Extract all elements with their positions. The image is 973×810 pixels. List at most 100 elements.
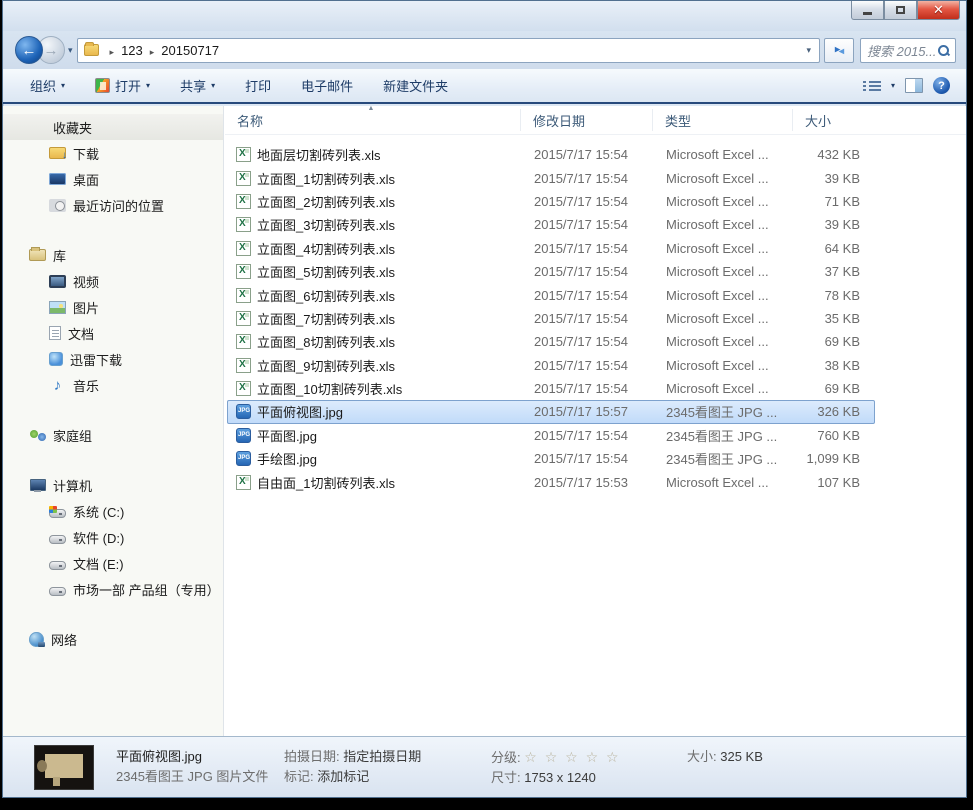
sidebar-item-label: 桌面 — [73, 170, 99, 189]
file-date: 2015/7/17 15:54 — [522, 194, 654, 209]
address-bar[interactable]: ▸123▸20150717 ▾ — [77, 38, 820, 63]
table-row[interactable]: 手绘图.jpg2015/7/17 15:542345看图王 JPG ...1,0… — [227, 447, 875, 470]
sidebar-item[interactable]: 软件 (D:) — [3, 524, 223, 550]
sidebar-item[interactable]: ♪音乐 — [3, 372, 223, 398]
search-input[interactable]: 搜索 2015... — [860, 38, 956, 63]
breadcrumb-item[interactable]: 20150717 — [161, 43, 219, 58]
toolbar-button[interactable]: 共享 ▾ — [171, 72, 224, 99]
shoot-date-value[interactable]: 指定拍摄日期 — [343, 749, 421, 764]
sidebar-item[interactable]: 网络 — [3, 626, 223, 652]
maximize-button[interactable] — [884, 1, 917, 20]
sidebar-item[interactable]: 库 — [3, 242, 223, 268]
sidebar-item[interactable]: 图片 — [3, 294, 223, 320]
sidebar-item[interactable]: 迅雷下载 — [3, 346, 223, 372]
sidebar-item[interactable]: 最近访问的位置 — [3, 192, 223, 218]
homegroup-icon — [29, 428, 46, 442]
file-type: Microsoft Excel ... — [654, 334, 794, 349]
refresh-icon — [832, 43, 847, 58]
sidebar-item[interactable]: 下载 — [3, 140, 223, 166]
file-date: 2015/7/17 15:54 — [522, 217, 654, 232]
sidebar-item[interactable]: 计算机 — [3, 472, 223, 498]
help-icon[interactable]: ? — [933, 77, 950, 94]
sidebar-item[interactable]: 文档 (E:) — [3, 550, 223, 576]
breadcrumb-item[interactable]: 123 — [121, 43, 143, 58]
toolbar-button-label: 组织 — [30, 76, 56, 95]
table-row[interactable]: 立面图_6切割砖列表.xls2015/7/17 15:54Microsoft E… — [227, 283, 875, 306]
toolbar-button[interactable]: 打印 — [236, 72, 280, 99]
file-name: 立面图_3切割砖列表.xls — [257, 215, 395, 234]
table-row[interactable]: 立面图_9切割砖列表.xls2015/7/17 15:54Microsoft E… — [227, 354, 875, 377]
minimize-icon — [863, 12, 872, 15]
table-row[interactable]: 立面图_8切割砖列表.xls2015/7/17 15:54Microsoft E… — [227, 330, 875, 353]
toolbar-button-label: 共享 — [180, 76, 206, 95]
sidebar-item-label: 文档 (E:) — [73, 554, 124, 573]
toolbar-button[interactable]: 新建文件夹 — [374, 72, 457, 99]
toolbar-button[interactable]: 电子邮件 — [292, 72, 362, 99]
sort-ascending-icon: ▲ — [368, 105, 375, 112]
toolbar-button-label: 新建文件夹 — [383, 76, 448, 95]
chevron-down-icon: ▾ — [211, 81, 215, 90]
sidebar-item[interactable]: 文档 — [3, 320, 223, 346]
table-row[interactable]: 平面俯视图.jpg2015/7/17 15:572345看图王 JPG ...3… — [227, 400, 875, 423]
change-view-icon[interactable] — [863, 79, 881, 93]
sidebar-item[interactable]: 系统 (C:) — [3, 498, 223, 524]
file-type: Microsoft Excel ... — [654, 171, 794, 186]
excel-file-icon — [236, 475, 251, 490]
table-row[interactable]: 立面图_10切割砖列表.xls2015/7/17 15:54Microsoft … — [227, 377, 875, 400]
table-row[interactable]: 立面图_1切割砖列表.xls2015/7/17 15:54Microsoft E… — [227, 166, 875, 189]
tags-value[interactable]: 添加标记 — [317, 769, 369, 784]
toolbar-button[interactable]: 组织▾ — [21, 72, 74, 99]
file-name: 立面图_9切割砖列表.xls — [257, 356, 395, 375]
table-row[interactable]: 地面层切割砖列表.xls2015/7/17 15:54Microsoft Exc… — [227, 143, 875, 166]
star-icon — [29, 119, 46, 135]
file-date: 2015/7/17 15:54 — [522, 451, 654, 466]
table-row[interactable]: 立面图_5切割砖列表.xls2015/7/17 15:54Microsoft E… — [227, 260, 875, 283]
search-placeholder: 搜索 2015... — [867, 41, 938, 60]
file-date: 2015/7/17 15:54 — [522, 264, 654, 279]
sidebar-item[interactable]: 收藏夹 — [3, 114, 223, 140]
file-thumbnail — [34, 745, 94, 790]
table-row[interactable]: 立面图_3切割砖列表.xls 2015/7/17 15:54Microsoft E… — [227, 213, 875, 236]
sidebar-item-label: 网络 — [51, 630, 77, 649]
column-header-type[interactable]: 类型 — [653, 109, 793, 131]
excel-file-icon — [236, 147, 251, 162]
jpg-file-icon — [236, 404, 251, 419]
table-row[interactable]: 自由面_1切割砖列表.xls2015/7/17 15:53Microsoft E… — [227, 470, 875, 493]
excel-file-icon — [236, 288, 251, 303]
table-row[interactable]: 平面图.jpg2015/7/17 15:542345看图王 JPG ...760… — [227, 424, 875, 447]
column-header-size[interactable]: 大小 — [793, 109, 879, 131]
preview-pane-icon[interactable] — [905, 78, 923, 93]
sidebar-item-label: 图片 — [73, 298, 99, 317]
sidebar-item[interactable]: 桌面 — [3, 166, 223, 192]
close-button[interactable]: ✕ — [917, 1, 960, 20]
rating-stars-icon[interactable]: ☆ ☆ ☆ ☆ ☆ — [524, 749, 620, 765]
column-header-date[interactable]: 修改日期 — [521, 109, 653, 131]
sidebar-item[interactable]: 家庭组 — [3, 422, 223, 448]
sidebar-item-label: 最近访问的位置 — [73, 196, 164, 215]
back-button[interactable]: ← — [15, 36, 43, 64]
open-app-icon — [95, 78, 110, 93]
toolbar-button[interactable]: 打开▾ — [86, 72, 159, 99]
file-type: Microsoft Excel ... — [654, 217, 794, 232]
title-bar: ✕ — [3, 1, 966, 31]
views-dropdown-icon[interactable]: ▾ — [891, 81, 895, 90]
file-name: 立面图_4切割砖列表.xls — [257, 239, 395, 258]
history-dropdown-icon[interactable]: ▾ — [68, 45, 73, 56]
table-row[interactable]: 立面图_7切割砖列表.xls2015/7/17 15:54Microsoft E… — [227, 307, 875, 330]
main-area: 收藏夹下载桌面最近访问的位置库视频图片文档迅雷下载♪音乐家庭组计算机系统 (C:… — [3, 106, 966, 736]
column-header-name[interactable]: ▲ 名称 — [225, 109, 521, 131]
sidebar-item[interactable]: 视频 — [3, 268, 223, 294]
file-size: 35 KB — [794, 311, 868, 326]
sidebar-item[interactable]: 市场一部 产品组（专用） — [3, 576, 223, 602]
drive-icon — [49, 535, 66, 544]
sidebar-item-label: 收藏夹 — [53, 118, 92, 137]
thunder-downloads-icon — [49, 352, 63, 366]
minimize-button[interactable] — [851, 1, 884, 20]
excel-file-icon — [236, 194, 251, 209]
table-row[interactable]: 立面图_2切割砖列表.xls2015/7/17 15:54Microsoft E… — [227, 190, 875, 213]
table-row[interactable]: 立面图_4切割砖列表.xls2015/7/17 15:54Microsoft E… — [227, 237, 875, 260]
explorer-window: ✕ ← → ▾ ▸123▸20150717 ▾ 搜索 2015... 组织▾打开… — [2, 0, 967, 798]
refresh-button[interactable] — [824, 38, 854, 63]
file-type: 2345看图王 JPG ... — [654, 426, 794, 445]
address-dropdown-icon[interactable]: ▾ — [802, 45, 815, 56]
